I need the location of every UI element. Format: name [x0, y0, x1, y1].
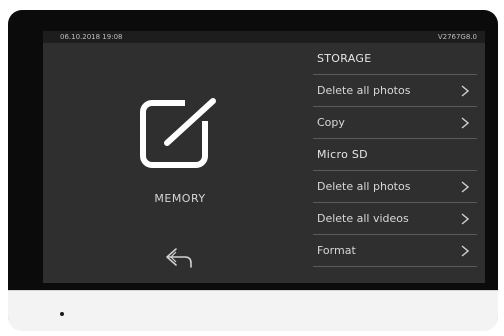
- sd-delete-videos-item[interactable]: Delete all videos: [313, 203, 477, 235]
- sd-delete-photos-item[interactable]: Delete all photos: [313, 171, 477, 203]
- chevron-right-icon: [461, 213, 469, 225]
- menu-item-label: Format: [317, 244, 356, 257]
- monitor-chin: [8, 290, 498, 331]
- status-led: [60, 312, 64, 316]
- status-version: V2767G8.0: [437, 33, 477, 41]
- chevron-right-icon: [461, 245, 469, 257]
- menu-item-label: Copy: [317, 116, 345, 129]
- storage-delete-photos-item[interactable]: Delete all photos: [313, 75, 477, 107]
- chevron-right-icon: [461, 85, 469, 97]
- storage-title: STORAGE: [317, 52, 372, 65]
- screen: 06.10.2018 19:08 V2767G8.0 MEMORY STORAG…: [43, 31, 485, 283]
- microsd-title: Micro SD: [317, 148, 368, 161]
- edit-square-icon[interactable]: [137, 91, 227, 181]
- menu-item-label: Delete all photos: [317, 180, 411, 193]
- back-arrow-icon[interactable]: [165, 247, 193, 269]
- chevron-right-icon: [461, 117, 469, 129]
- chevron-right-icon: [461, 181, 469, 193]
- menu-item-label: Delete all photos: [317, 84, 411, 97]
- microsd-header: Micro SD: [313, 139, 477, 171]
- storage-header: STORAGE: [313, 43, 477, 75]
- status-datetime: 06.10.2018 19:08: [60, 33, 123, 41]
- sd-format-item[interactable]: Format: [313, 235, 477, 267]
- menu-item-label: Delete all videos: [317, 212, 409, 225]
- settings-menu: STORAGE Delete all photos Copy Micro SD …: [313, 43, 477, 267]
- storage-copy-item[interactable]: Copy: [313, 107, 477, 139]
- status-bar: 06.10.2018 19:08 V2767G8.0: [43, 31, 485, 43]
- memory-label: MEMORY: [154, 192, 206, 205]
